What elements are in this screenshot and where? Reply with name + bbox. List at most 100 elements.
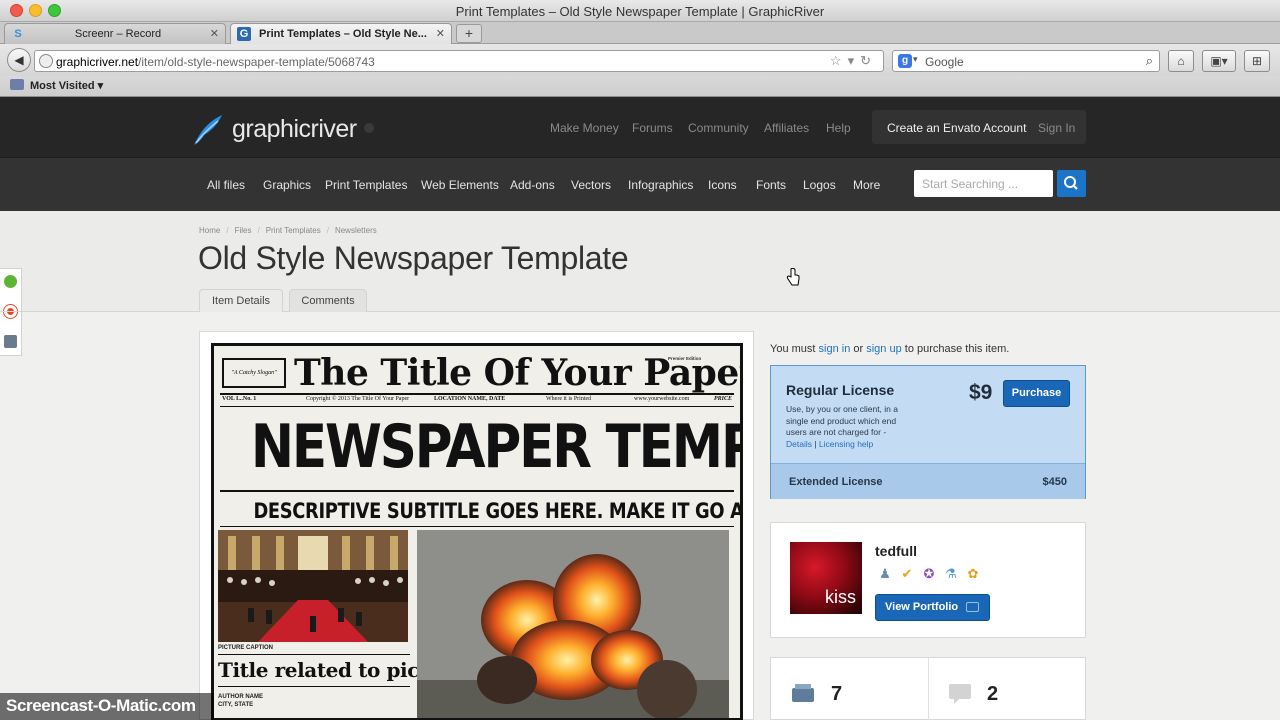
search-engine-label: Google [925, 55, 964, 69]
breadcrumb-newsletters[interactable]: Newsletters [335, 226, 377, 235]
google-icon: g [898, 54, 912, 68]
preview-rule [220, 490, 734, 492]
category-print-templates[interactable]: Print Templates [325, 178, 407, 192]
site-search-button[interactable] [1057, 170, 1086, 197]
category-infographics[interactable]: Infographics [628, 178, 693, 192]
site-search-input[interactable] [914, 170, 1053, 197]
category-vectors[interactable]: Vectors [571, 178, 611, 192]
sign-in-notice: You must sign in or sign up to purchase … [770, 343, 1010, 355]
view-portfolio-button[interactable]: View Portfolio [875, 594, 990, 621]
tab-graphicriver[interactable]: G Print Templates – Old Style Ne... ✕ [230, 23, 452, 44]
window-titlebar: Print Templates – Old Style Newspaper Te… [0, 0, 1280, 22]
sign-in-link[interactable]: sign in [819, 343, 851, 355]
license-box: Regular License $9 Purchase Use, by you … [770, 365, 1086, 499]
preview-headline: NEWSPAPER TEMPLATE [250, 412, 740, 482]
breadcrumb-home[interactable]: Home [199, 226, 220, 235]
browser-search-field[interactable]: g ▾ Google ⌕ [892, 50, 1160, 72]
breadcrumb: Home / Files / Print Templates / Newsletters [199, 226, 377, 235]
parliament-photo [218, 530, 408, 642]
check-badge-icon: ✔ [901, 566, 913, 581]
new-tab-button[interactable]: + [456, 24, 482, 43]
left-toolbar [0, 268, 22, 356]
purchase-button[interactable]: Purchase [1003, 380, 1070, 407]
category-icons[interactable]: Icons [708, 178, 737, 192]
address-bar[interactable]: graphicriver.net/item/old-style-newspape… [34, 50, 884, 72]
graphicriver-favicon-icon: G [237, 27, 251, 41]
regular-license-price: $9 [969, 381, 993, 404]
account-box: Create an Envato Account Sign In [872, 110, 1086, 144]
navigation-toolbar: ◀ graphicriver.net/item/old-style-newspa… [0, 44, 1280, 76]
category-all-files[interactable]: All files [207, 178, 245, 192]
category-add-ons[interactable]: Add-ons [510, 178, 555, 192]
tab-comments[interactable]: Comments [289, 289, 367, 312]
stats-box: 7 2 [770, 657, 1086, 720]
licensing-help-link[interactable]: Licensing help [819, 439, 873, 449]
sign-up-link[interactable]: sign up [866, 343, 901, 355]
hand-cursor-icon [786, 268, 800, 286]
sign-in-link[interactable]: Sign In [1038, 121, 1075, 135]
evernote-icon[interactable] [4, 275, 17, 288]
avatar-text: kiss [825, 587, 856, 607]
author-username[interactable]: tedfull [875, 543, 917, 559]
preview-rule [218, 686, 410, 687]
page-title: Old Style Newspaper Template [198, 240, 629, 276]
globe-icon [39, 54, 53, 68]
tool-icon[interactable] [4, 335, 17, 348]
tabs-divider [0, 311, 1280, 312]
newspaper-preview-image[interactable]: "A Catchy Slogan" The Title Of Your Pape… [211, 343, 743, 720]
tab-label: Print Templates – Old Style Ne... [259, 28, 427, 40]
flask-badge-icon: ⚗ [945, 566, 957, 581]
most-visited-bookmark[interactable]: Most Visited ▾ [10, 79, 103, 92]
paw-badge-icon: ✿ [967, 566, 979, 581]
preview-title-related: Title related to pic [218, 658, 420, 682]
screencast-watermark: Screencast-O-Matic.com [0, 693, 214, 720]
extended-license-price: $450 [1042, 476, 1067, 488]
category-fonts[interactable]: Fonts [756, 178, 786, 192]
explosion-photo [417, 530, 729, 718]
back-button[interactable]: ◀ [7, 48, 31, 72]
regular-license-title: Regular License [786, 382, 895, 398]
avatar[interactable]: kiss [790, 542, 862, 614]
bookmark-star-icon[interactable]: ☆▾↻ [830, 53, 877, 69]
home-button[interactable]: ⌂ [1168, 50, 1194, 72]
logo-dot-icon [364, 123, 374, 133]
close-tab-icon[interactable]: ✕ [210, 27, 219, 40]
breadcrumb-files[interactable]: Files [235, 226, 252, 235]
tab-screenr[interactable]: S Screenr – Record ✕ [4, 23, 226, 44]
author-box: kiss tedfull ♟ ✔ ✪ ⚗ ✿ View Portfolio [770, 522, 1086, 638]
addon-button[interactable]: ⊞ [1244, 50, 1270, 72]
ribbon-badge-icon: ✪ [923, 566, 935, 581]
close-tab-icon[interactable]: ✕ [436, 27, 445, 40]
bookmarks-bar: Most Visited ▾ [0, 76, 1280, 97]
tab-bar: S Screenr – Record ✕ G Print Templates –… [0, 22, 1280, 44]
screenshot-menu-button[interactable]: ▣▾ [1202, 50, 1236, 72]
window-title: Print Templates – Old Style Newspaper Te… [455, 4, 825, 19]
license-details-link[interactable]: Details [786, 439, 812, 449]
graphicriver-logo-icon [194, 115, 222, 145]
screenr-favicon-icon: S [14, 28, 22, 40]
portfolio-icon [966, 602, 979, 612]
extended-license-row[interactable]: Extended License $450 [771, 463, 1085, 499]
preview-slogan: "A Catchy Slogan" [222, 358, 286, 388]
nav-community[interactable]: Community [688, 121, 749, 135]
category-more[interactable]: More [853, 178, 880, 192]
folder-icon [10, 79, 24, 90]
search-icon[interactable]: ⌕ [1146, 53, 1153, 69]
create-account-link[interactable]: Create an Envato Account [887, 121, 1026, 135]
cart-icon [792, 684, 814, 702]
nav-affiliates[interactable]: Affiliates [764, 121, 809, 135]
extended-license-title: Extended License [789, 476, 883, 488]
item-preview-card: "A Catchy Slogan" The Title Of Your Pape… [199, 331, 754, 720]
category-web-elements[interactable]: Web Elements [421, 178, 499, 192]
tab-item-details[interactable]: Item Details [199, 289, 283, 312]
nav-help[interactable]: Help [826, 121, 851, 135]
nav-forums[interactable]: Forums [632, 121, 673, 135]
preview-rule [220, 393, 734, 395]
nav-make-money[interactable]: Make Money [550, 121, 619, 135]
category-logos[interactable]: Logos [803, 178, 836, 192]
category-graphics[interactable]: Graphics [263, 178, 311, 192]
preview-rule [220, 406, 734, 407]
chevron-down-icon[interactable]: ▾ [913, 54, 918, 65]
tab-label: Screenr – Record [74, 28, 162, 40]
breadcrumb-print-templates[interactable]: Print Templates [266, 226, 321, 235]
